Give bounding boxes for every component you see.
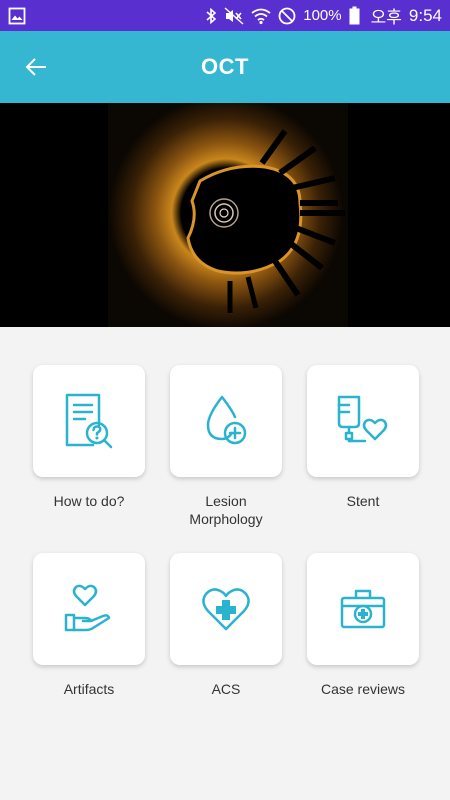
tile-acs[interactable] [170,553,282,665]
tile-case-reviews[interactable] [307,553,419,665]
tile-artifacts-label: Artifacts [19,680,159,698]
heart-plus-icon [202,588,250,631]
arrow-left-icon [25,58,46,76]
tile-lesion-morphology[interactable] [170,365,282,477]
battery-percent: 100% [303,7,342,24]
tile-how-to-do-label: How to do? [19,492,159,510]
hand-heart-icon [64,584,111,632]
tile-stent-label: Stent [293,492,433,510]
tile-acs-label: ACS [156,680,296,698]
battery-icon [349,6,360,25]
clock-time: 9:54 [408,5,442,25]
status-bar: 100% 오후 9:54 [0,0,450,31]
label-line1: ACS [211,681,241,697]
label-line2: Morphology [189,511,263,527]
oct-scan-image [0,103,450,327]
tile-case-reviews-label: Case reviews [293,680,433,698]
wifi-icon [251,7,271,25]
app-bar: OCT [0,31,450,103]
label-line1: Stent [346,493,380,509]
bluetooth-icon [205,7,217,25]
do-not-disturb-icon [278,7,296,25]
mute-icon [224,6,244,25]
tile-how-to-do[interactable] [33,365,145,477]
gallery-notification-icon [8,7,26,25]
drop-plus-icon [206,395,247,445]
tile-artifacts[interactable] [33,553,145,665]
page-title: OCT [201,54,249,79]
back-button[interactable] [22,53,50,81]
label-line1: Artifacts [63,681,115,697]
first-aid-kit-icon [340,589,386,629]
document-question-icon [65,393,113,449]
label-line1: Case reviews [320,681,406,697]
tile-stent[interactable] [307,365,419,477]
tile-lesion-morphology-label: Lesion Morphology [156,492,296,528]
iv-bag-heart-icon [337,395,388,443]
label-line1: How to do? [53,493,125,509]
clock-ampm: 오후 [370,8,402,27]
label-line1: Lesion [205,493,247,509]
